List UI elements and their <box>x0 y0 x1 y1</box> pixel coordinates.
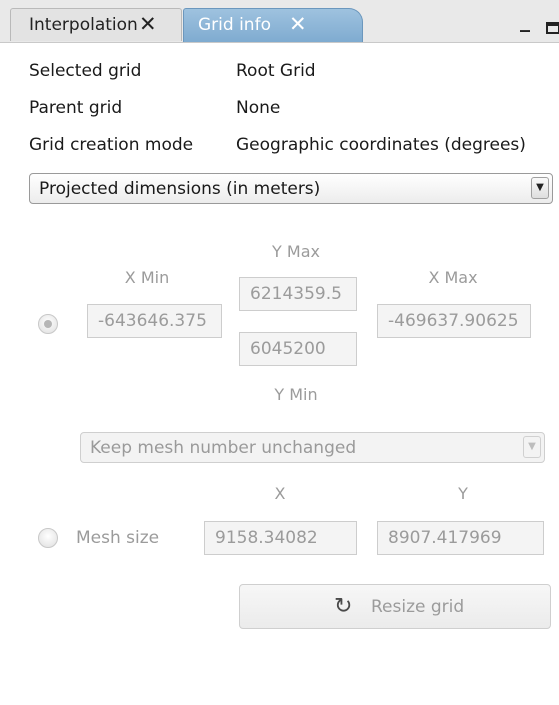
parent-grid-label: Parent grid <box>29 98 123 118</box>
chevron-down-icon[interactable]: ▼ <box>531 177 549 199</box>
mesh-size-label: Mesh size <box>76 528 160 548</box>
resize-grid-label: Resize grid <box>371 597 465 617</box>
mesh-size-radio[interactable] <box>38 528 58 548</box>
xmax-input[interactable]: -469637.90625 <box>377 304 531 338</box>
refresh-icon: ↻ <box>334 594 353 619</box>
maximize-icon[interactable] <box>546 22 559 34</box>
ymin-input[interactable]: 6045200 <box>239 332 357 366</box>
mesh-x-input[interactable]: 9158.34082 <box>204 521 357 555</box>
tab-bar: Interpolation ✕ Grid info ✕ _ <box>0 0 559 43</box>
projection-select[interactable]: Projected dimensions (in meters) ▼ <box>29 173 553 204</box>
bounds-radio[interactable] <box>38 314 58 334</box>
selected-grid-value: Root Grid <box>236 61 316 81</box>
projection-select-value: Projected dimensions (in meters) <box>39 179 321 199</box>
selected-grid-label: Selected grid <box>29 61 142 81</box>
tab-grid-info-label: Grid info <box>198 15 271 35</box>
parent-grid-value: None <box>236 98 281 118</box>
tab-interpolation-label: Interpolation <box>29 15 138 35</box>
mesh-mode-select-value: Keep mesh number unchanged <box>90 438 357 458</box>
close-icon[interactable]: ✕ <box>289 11 307 37</box>
creation-mode-value: Geographic coordinates (degrees) <box>236 135 526 155</box>
tab-interpolation[interactable]: Interpolation ✕ <box>10 8 182 41</box>
resize-grid-button[interactable]: ↻ Resize grid <box>239 584 551 629</box>
xmin-input[interactable]: -643646.375 <box>87 304 222 338</box>
tab-grid-info[interactable]: Grid info ✕ <box>183 8 363 42</box>
chevron-down-icon[interactable]: ▼ <box>523 436 541 458</box>
ymin-label: Y Min <box>274 385 318 404</box>
mesh-mode-select[interactable]: Keep mesh number unchanged ▼ <box>80 432 545 463</box>
mesh-y-label: Y <box>458 484 468 503</box>
mesh-x-label: X <box>274 484 286 503</box>
xmin-label: X Min <box>124 268 170 287</box>
creation-mode-label: Grid creation mode <box>29 135 194 155</box>
ymax-label: Y Max <box>272 242 320 261</box>
minimize-icon[interactable]: _ <box>520 8 530 32</box>
close-icon[interactable]: ✕ <box>139 11 157 37</box>
xmax-label: X Max <box>428 268 478 287</box>
mesh-y-input[interactable]: 8907.417969 <box>377 521 544 555</box>
ymax-input[interactable]: 6214359.5 <box>239 277 357 311</box>
